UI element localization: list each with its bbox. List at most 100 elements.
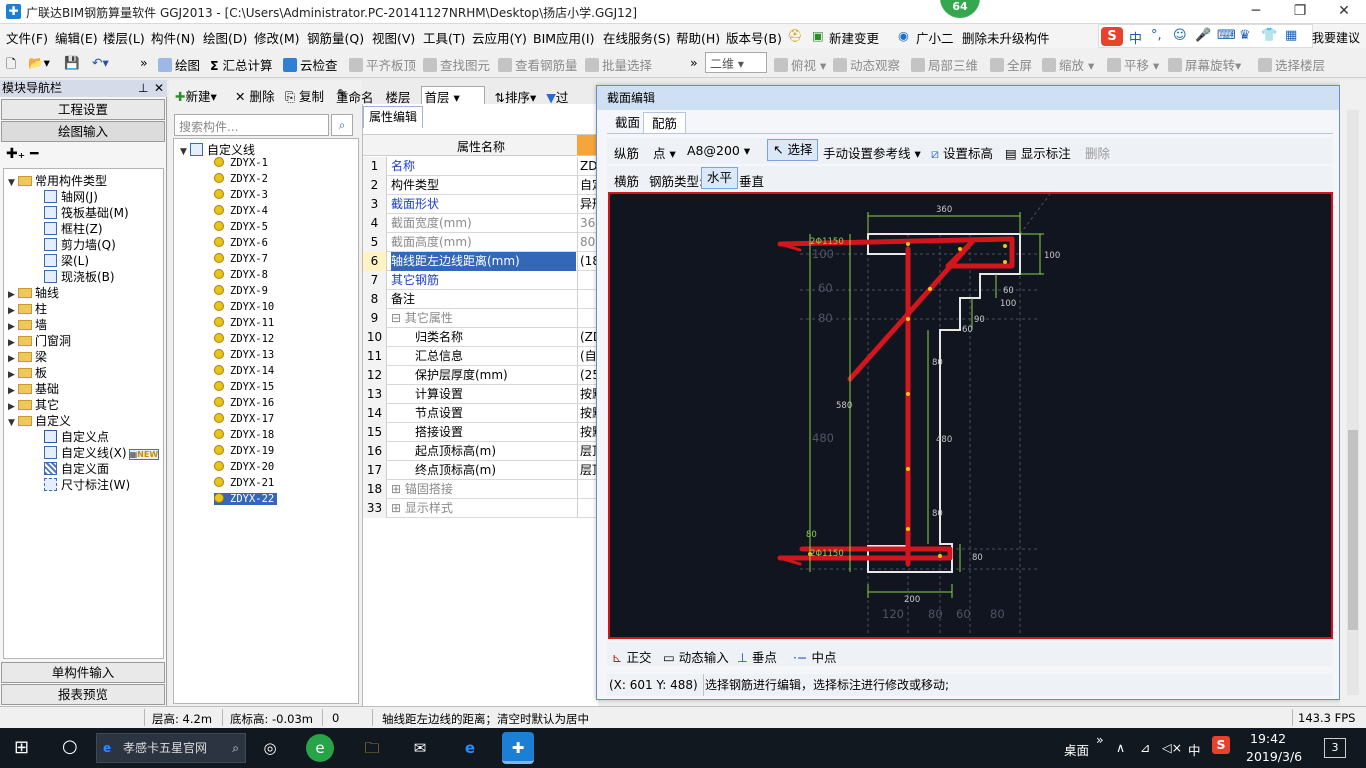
draw-button[interactable]: 绘图 (158, 55, 200, 74)
rebar-node[interactable] (1003, 244, 1007, 248)
menu-file[interactable]: 文件(F) (6, 28, 48, 47)
ime-lang[interactable]: 中 (1129, 28, 1142, 47)
zoom-button[interactable]: 缩放 ▾ (1042, 55, 1094, 74)
sum-calc-button[interactable]: Σ 汇总计算 (210, 55, 273, 74)
diagonal-rebar[interactable] (847, 239, 975, 382)
menu-new-change[interactable]: 新建变更 (829, 28, 879, 47)
select-button[interactable]: ↖ 选择 (767, 139, 819, 161)
property-row[interactable]: 7 其它钢筋 (363, 271, 599, 290)
tree-item-beam[interactable]: 梁(L) (44, 252, 89, 269)
new-component-button[interactable]: ✚新建▾ (175, 86, 217, 105)
feedback-link[interactable]: 我要建议 (1312, 29, 1360, 46)
tree-item-dimension[interactable]: 尺寸标注(W) (44, 476, 130, 493)
chevron-right-icon[interactable]: ▶ (8, 290, 18, 300)
chevron-right-icon[interactable]: ▶ (8, 338, 18, 348)
perpendicular-snap-button[interactable]: ⊥ 垂点 (737, 647, 777, 666)
midpoint-snap-button[interactable]: ·− 中点 (793, 647, 836, 666)
find-element-button[interactable]: 查找图元 (423, 55, 490, 74)
component-search-input[interactable]: 搜索构件... (174, 114, 329, 136)
property-row[interactable]: 4截面宽度(mm)360 (363, 214, 599, 233)
rebar-node[interactable] (958, 247, 962, 251)
menu-modify[interactable]: 修改(M) (254, 28, 300, 47)
restore-button[interactable]: ❐ (1278, 0, 1322, 24)
component-item[interactable]: ZDYX-16 (214, 397, 274, 409)
keyboard-icon[interactable]: ⌨ (1217, 28, 1236, 43)
select-floor-button[interactable]: 选择楼层 (1258, 55, 1325, 74)
component-item[interactable]: ZDYX-8 (214, 269, 268, 281)
tree-group-axis[interactable]: ▶ 轴线 (8, 284, 59, 301)
horizontal-button[interactable]: 水平 (701, 167, 739, 189)
rename-label[interactable]: 重命名 (336, 90, 374, 104)
tree-group-openings[interactable]: ▶ 门窗洞 (8, 332, 71, 349)
component-item[interactable]: ZDYX-1 (214, 157, 268, 169)
tree-item-raft-foundation[interactable]: 筏板基础(M) (44, 204, 129, 221)
chevron-right-icon[interactable]: ▶ (8, 322, 18, 332)
property-row[interactable]: 33 ⊞ 显示样式 (363, 499, 599, 518)
tree-group-column[interactable]: ▶ 柱 (8, 300, 47, 317)
component-item[interactable]: ZDYX-9 (214, 285, 268, 297)
windows-start-icon[interactable]: ⊞ (14, 737, 29, 758)
rebar-spec-select[interactable]: A8@200 ▾ (687, 143, 750, 158)
open-file-icon[interactable]: 📂▾ (28, 55, 50, 71)
undo-icon[interactable]: ↶▾ (92, 55, 109, 70)
tree-item-shear-wall[interactable]: 剪力墙(Q) (44, 236, 116, 253)
component-item[interactable]: ZDYX-19 (214, 445, 274, 457)
cortana-icon[interactable]: ○ (62, 736, 78, 757)
emoji-icon[interactable]: ☺ (1173, 28, 1187, 43)
show-dimensions-button[interactable]: ▤ 显示标注 (1005, 143, 1071, 162)
menu-component[interactable]: 构件(N) (151, 28, 195, 47)
single-component-input-button[interactable]: 单构件输入 (1, 662, 165, 683)
cloud-check-button[interactable]: 云检查 (283, 55, 338, 74)
task-view-icon[interactable]: ◎ (254, 732, 286, 764)
mic-icon[interactable]: 🎤 (1195, 28, 1211, 43)
section-drawing[interactable]: 360 100 100 60 60 90 80 480 80 580 80 20… (610, 193, 1331, 637)
menu-edit[interactable]: 编辑(E) (55, 28, 98, 47)
property-row[interactable]: 18 ⊞ 锚固搭接 (363, 480, 599, 499)
edge-icon[interactable]: e (454, 732, 486, 764)
rebar-node[interactable] (1003, 260, 1007, 264)
tab-rebar[interactable]: 配筋 (643, 112, 687, 134)
property-row[interactable]: 12 保护层厚度(mm) (25 (363, 366, 599, 385)
chevron-right-icon[interactable]: ▶ (8, 306, 18, 316)
property-row[interactable]: 5截面高度(mm)800 (363, 233, 599, 252)
menu-bim[interactable]: BIM应用(I) (533, 28, 595, 47)
chevron-right-icon[interactable]: ▶ (8, 354, 18, 364)
menu-view[interactable]: 视图(V) (372, 28, 415, 47)
component-item[interactable]: ZDYX-10 (214, 301, 274, 313)
view-mode-select[interactable]: 二维 ▾ (705, 52, 767, 73)
punct-icon[interactable]: °, (1151, 28, 1162, 43)
tree-common-types[interactable]: ▼ 常用构件类型 (8, 172, 107, 189)
rebar-node[interactable] (906, 317, 910, 321)
component-item[interactable]: ZDYX-4 (214, 205, 268, 217)
component-item[interactable]: ZDYX-11 (214, 317, 274, 329)
component-item[interactable]: ZDYX-7 (214, 253, 268, 265)
volume-icon[interactable]: ◁× (1162, 740, 1182, 755)
menu-online[interactable]: 在线服务(S) (603, 28, 671, 47)
filter-icon[interactable]: ▼ (546, 90, 556, 104)
grid-menu-icon[interactable]: ▦ (1285, 28, 1297, 43)
tree-group-foundation[interactable]: ▶ 基础 (8, 380, 59, 397)
menu-version[interactable]: 版本号(B) (726, 28, 782, 47)
network-icon[interactable]: ⊿ (1140, 740, 1150, 755)
component-item[interactable]: ZDYX-14 (214, 365, 274, 377)
delete-component-button[interactable]: ✕ 删除 (235, 86, 274, 105)
point-mode-select[interactable]: 点 ▾ (653, 143, 676, 162)
partial-3d-button[interactable]: 局部三维 (911, 55, 978, 74)
component-item[interactable]: ZDYX-18 (214, 429, 274, 441)
property-row[interactable]: 9 ⊟ 其它属性 (363, 309, 599, 328)
tree-item-custom-point[interactable]: 自定义点 (44, 428, 109, 445)
tree-root-custom-line[interactable]: ▼ 自定义线 (180, 141, 255, 158)
menu-assistant[interactable]: 广小二 (916, 28, 954, 47)
rebar-node[interactable] (906, 242, 910, 246)
menu-help[interactable]: 帮助(H) (676, 28, 720, 47)
sort-button[interactable]: ⇅排序▾ (494, 90, 536, 104)
screen-rotate-button[interactable]: 屏幕旋转▾ (1168, 55, 1241, 74)
component-item[interactable]: ZDYX-21 (214, 477, 274, 489)
rebar-node[interactable] (906, 467, 910, 471)
scrollbar-thumb[interactable] (1348, 430, 1358, 630)
tree-item-custom-line[interactable]: 自定义线(X) ▦NEW (44, 444, 160, 461)
performance-badge[interactable]: 64 (940, 0, 980, 18)
minimize-button[interactable]: ─ (1234, 0, 1278, 24)
overflow-icon[interactable]: » (140, 55, 148, 70)
expand-icon[interactable]: ⊞ (391, 501, 405, 515)
